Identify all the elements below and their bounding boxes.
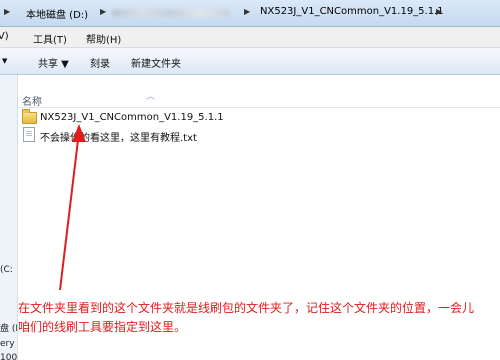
- column-name-header[interactable]: 名称: [22, 93, 42, 108]
- navigation-pane[interactable]: (C: 盘 (F ery 100: [0, 75, 18, 360]
- list-item-txt[interactable]: 不会操作的看这里，这里有教程.txt: [22, 127, 322, 144]
- address-segment-redacted: [112, 9, 230, 17]
- menu-bar: (V) 工具(T) 帮助(H): [0, 27, 500, 48]
- menu-help[interactable]: 帮助(H): [86, 31, 121, 46]
- address-end-chevron-icon[interactable]: ▶: [436, 7, 442, 16]
- address-separator-chevron-icon[interactable]: ▶: [100, 7, 106, 16]
- address-separator-chevron-icon[interactable]: ▶: [244, 7, 250, 16]
- column-header[interactable]: ︿ 名称: [18, 91, 500, 108]
- txt-file-icon: [23, 127, 35, 142]
- share-button[interactable]: 共享 ▼: [38, 55, 69, 70]
- address-segment-drive[interactable]: 本地磁盘 (D:): [26, 6, 88, 21]
- address-segment-folder[interactable]: NX523J_V1_CNCommon_V1.19_5.1.1: [260, 6, 444, 17]
- address-left-chevron-icon[interactable]: ▶: [4, 7, 10, 16]
- nav-item-drive-f[interactable]: 盘 (F: [0, 321, 17, 334]
- sort-chevron-icon: ︿: [146, 92, 156, 102]
- folder-icon: [22, 109, 37, 124]
- nav-item-gallery[interactable]: ery: [0, 339, 15, 349]
- menu-view[interactable]: (V): [0, 31, 9, 42]
- address-bar[interactable]: ▶ 本地磁盘 (D:) ▶ ▶ NX523J_V1_CNCommon_V1.19…: [0, 0, 500, 27]
- list-item-label: NX523J_V1_CNCommon_V1.19_5.1.1: [40, 112, 224, 123]
- new-folder-button[interactable]: 新建文件夹: [131, 55, 181, 70]
- nav-item-drive-c[interactable]: (C:: [0, 265, 13, 275]
- nav-item-100[interactable]: 100: [0, 353, 17, 360]
- annotation-text: 在文件夹里看到的这个文件夹就是线刷包的文件夹了，记住这个文件夹的位置，一会儿咱们…: [18, 301, 475, 334]
- burn-button[interactable]: 刻录: [90, 55, 110, 70]
- list-item-folder[interactable]: NX523J_V1_CNCommon_V1.19_5.1.1: [22, 109, 322, 126]
- menu-tools[interactable]: 工具(T): [33, 31, 67, 46]
- organize-dropdown-chevron-icon[interactable]: ▼: [2, 57, 7, 65]
- command-toolbar: ▼ 共享 ▼ 刻录 新建文件夹: [0, 48, 500, 75]
- list-item-label: 不会操作的看这里，这里有教程.txt: [40, 133, 197, 144]
